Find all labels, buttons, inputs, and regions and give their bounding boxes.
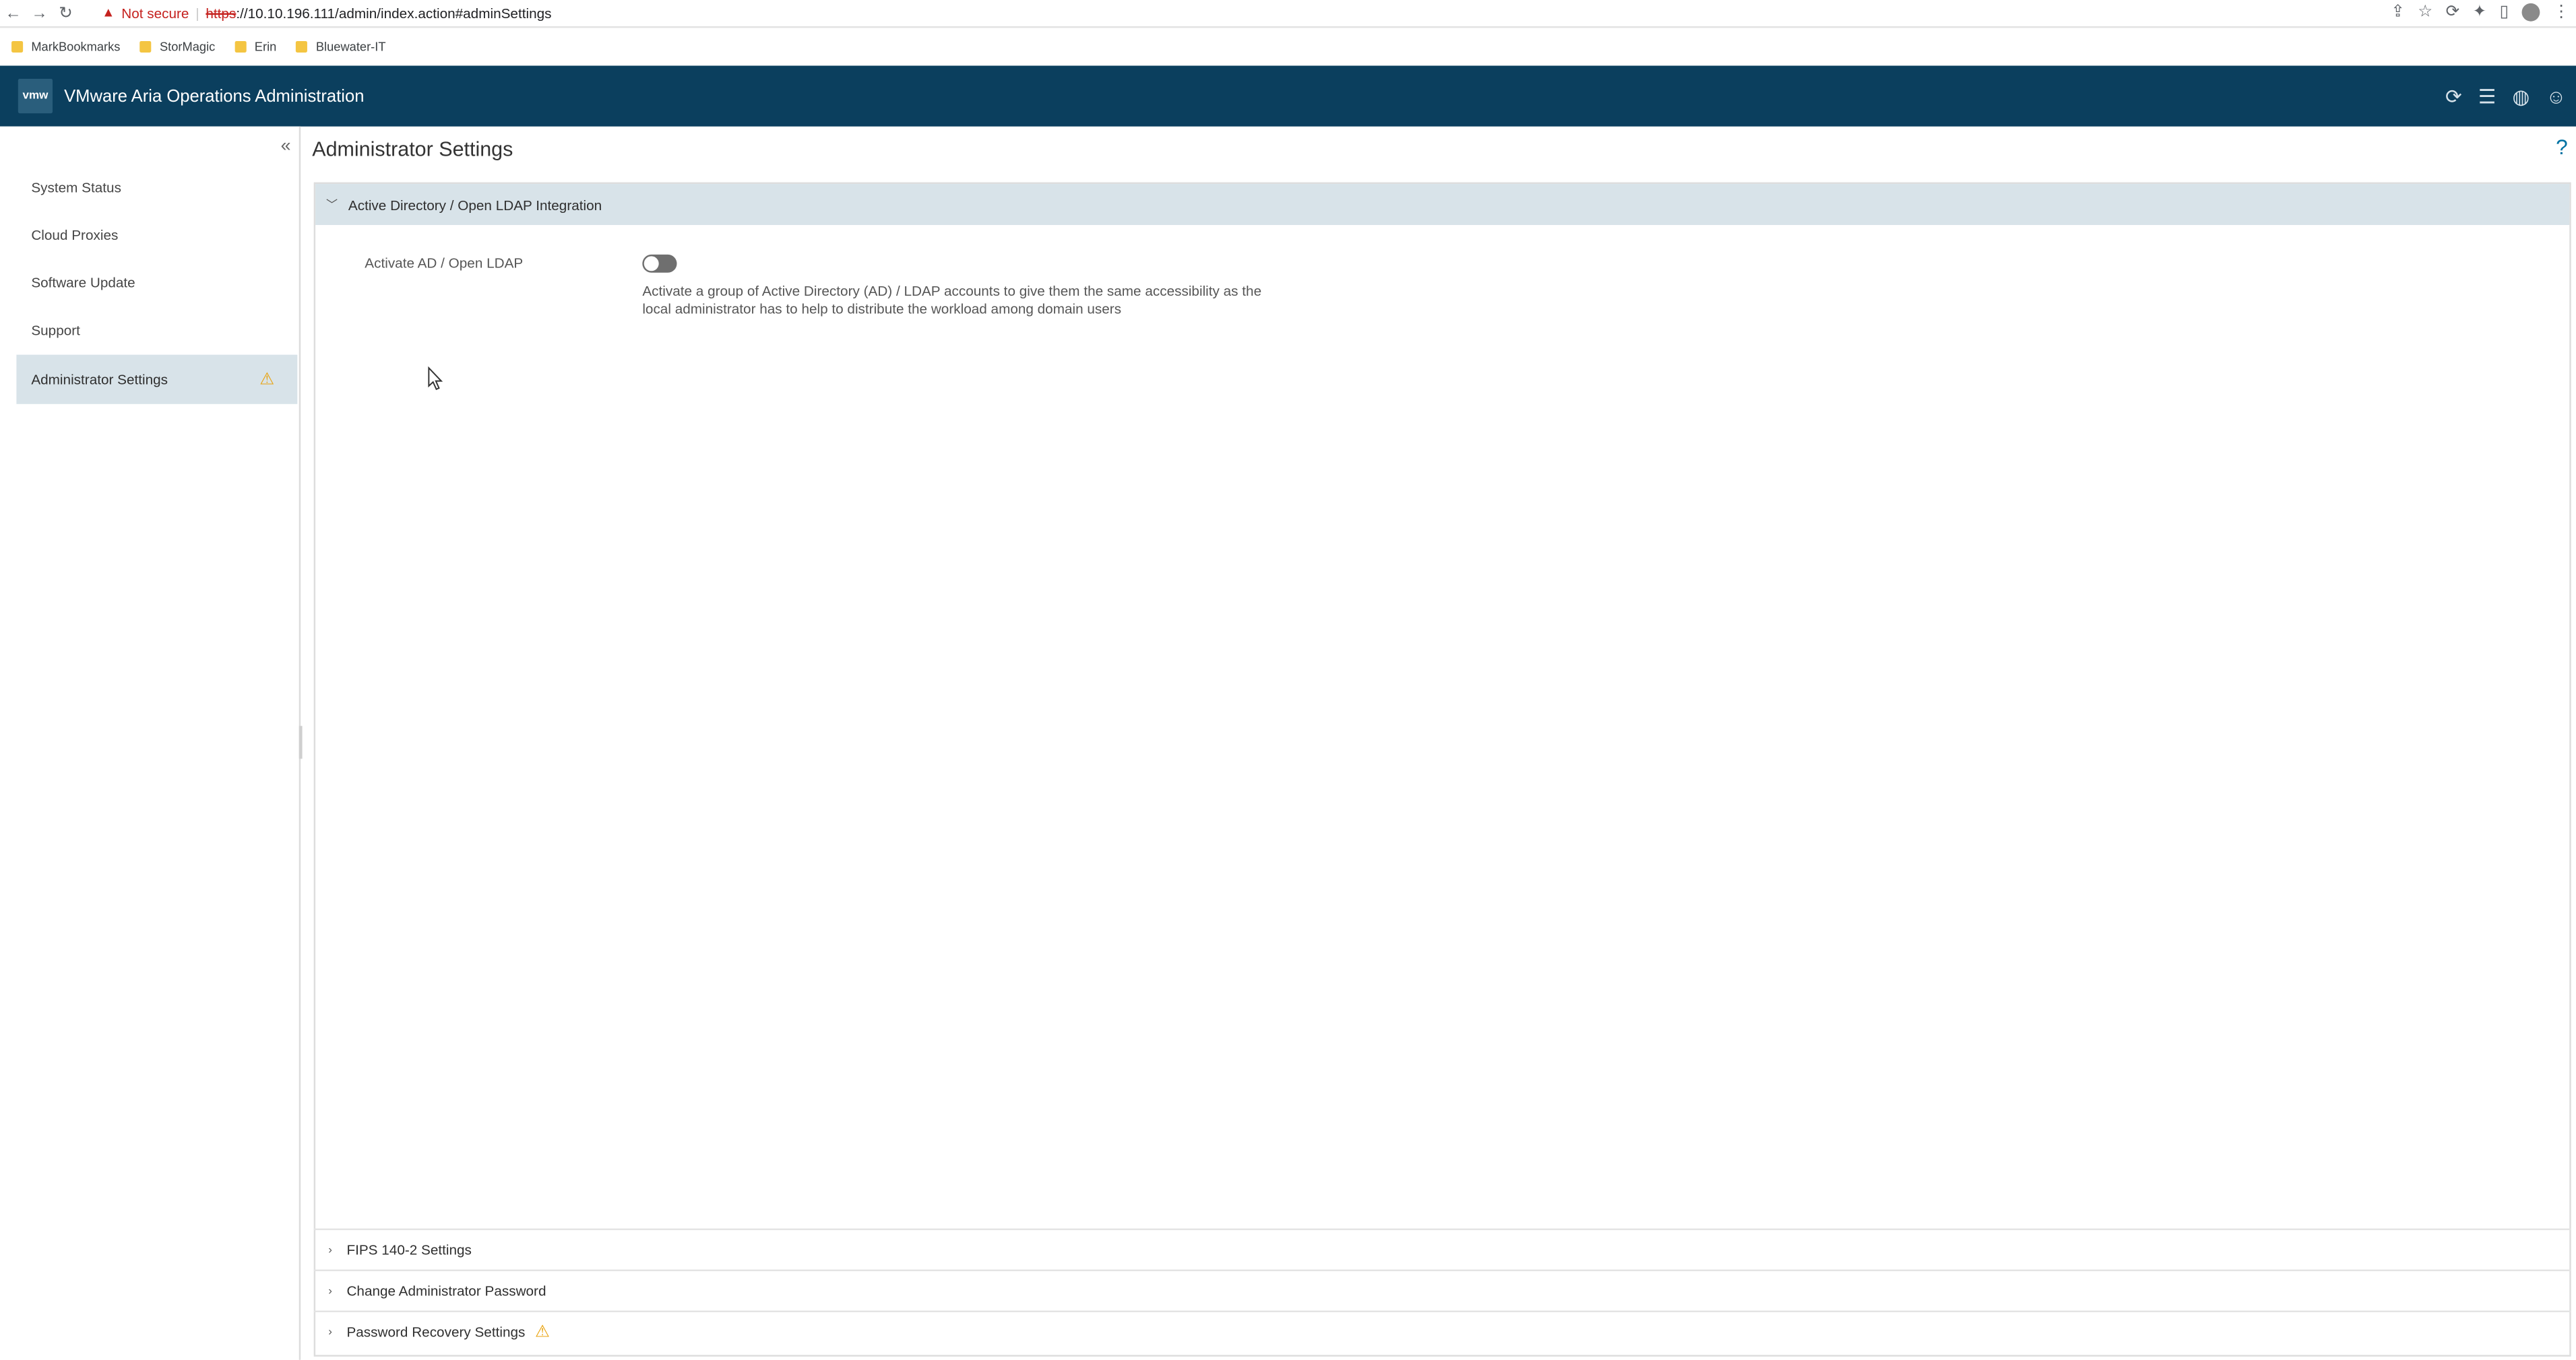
ldap-description: Activate a group of Active Directory (AD… <box>642 282 1348 319</box>
section-title: Password Recovery Settings <box>346 1324 526 1340</box>
folder-icon <box>139 40 152 52</box>
bookmark-label: StorMagic <box>159 38 216 54</box>
chevron-right-icon: › <box>328 1326 332 1338</box>
bookmark-folder[interactable]: Bluewater-IT <box>296 38 386 53</box>
star-icon[interactable]: ☆ <box>2418 3 2432 22</box>
sidepanel-icon[interactable]: ▯ <box>2500 3 2509 22</box>
sync-icon[interactable]: ⟳ <box>2446 3 2459 22</box>
url-scheme: https <box>206 4 237 21</box>
warning-icon: ▲ <box>102 5 115 20</box>
browser-actions: ⇪ ☆ ⟳ ✦ ▯ ⋮ <box>2391 0 2569 25</box>
toggle-knob <box>643 256 659 271</box>
bookmark-folder[interactable]: Erin <box>234 38 277 54</box>
chevron-right-icon: › <box>328 1243 332 1256</box>
fips-section-header[interactable]: › FIPS 140-2 Settings <box>313 1228 2571 1270</box>
menu-icon[interactable]: ⋮ <box>2553 3 2569 22</box>
chevron-right-icon: › <box>328 1285 332 1297</box>
tasks-icon[interactable]: ☰ <box>2478 85 2496 108</box>
bookmark-label: Erin <box>254 38 277 54</box>
bookmark-folder[interactable]: MarkBookmarks <box>11 38 120 53</box>
sidebar-item-label: Administrator Settings <box>31 371 168 388</box>
reload-icon[interactable]: ↻ <box>53 4 79 22</box>
warning-icon: ⚠ <box>535 1322 550 1341</box>
sidebar-item-label: Support <box>31 321 80 339</box>
section-title: FIPS 140-2 Settings <box>346 1241 472 1258</box>
sidebar-item-system-status[interactable]: System Status <box>16 162 297 212</box>
sidebar-item-software-update[interactable]: Software Update <box>16 258 297 307</box>
section-title: Change Administrator Password <box>346 1283 546 1299</box>
header-actions: ⟳ ☰ ◍ ☺ <box>2445 66 2566 127</box>
help-icon[interactable]: ? <box>2556 135 2568 160</box>
extensions-icon[interactable]: ✦ <box>2473 3 2486 22</box>
bookmarks-bar: MarkBookmarks StorMagic Erin Bluewater-I… <box>0 28 2576 65</box>
profile-avatar[interactable] <box>2521 3 2540 22</box>
sidebar-item-cloud-proxies[interactable]: Cloud Proxies <box>16 210 297 259</box>
mouse-cursor-icon <box>428 366 443 391</box>
vmware-logo: vmw <box>18 79 53 114</box>
browser-toolbar: ← → ↻ ▲ Not secure | https ://10.10.196.… <box>0 0 2576 28</box>
page-title: Administrator Settings <box>312 137 513 161</box>
ldap-section-header[interactable]: ﹀ Active Directory / Open LDAP Integrati… <box>315 184 2570 226</box>
sidebar-item-support[interactable]: Support <box>16 305 297 354</box>
user-icon[interactable]: ☺ <box>2546 85 2566 108</box>
ldap-section: ﹀ Active Directory / Open LDAP Integrati… <box>313 182 2571 1357</box>
app-title: VMware Aria Operations Administration <box>64 86 365 106</box>
password-recovery-section-header[interactable]: › Password Recovery Settings ⚠ <box>313 1310 2571 1352</box>
url-path: ://10.10.196.111/admin/index.action#admi… <box>236 4 552 21</box>
folder-icon <box>11 40 24 52</box>
share-icon[interactable]: ⇪ <box>2391 3 2404 22</box>
section-title: Active Directory / Open LDAP Integration <box>348 196 602 213</box>
warning-icon: ⚠ <box>259 370 275 389</box>
sidebar-resize-handle[interactable] <box>299 725 303 759</box>
change-password-section-header[interactable]: › Change Administrator Password <box>313 1269 2571 1311</box>
description-line: local administrator has to help to distr… <box>642 300 1122 317</box>
bookmark-label: MarkBookmarks <box>31 38 121 54</box>
security-indicator[interactable]: Not secure <box>121 4 189 20</box>
sidebar-item-administrator-settings[interactable]: Administrator Settings ⚠ <box>16 354 298 404</box>
forward-icon[interactable]: → <box>26 4 53 22</box>
sidebar: « System Status Cloud Proxies Software U… <box>0 126 301 1360</box>
bookmark-folder[interactable]: StorMagic <box>139 38 216 54</box>
sidebar-item-label: Software Update <box>31 274 135 291</box>
sidebar-item-label: System Status <box>31 179 121 196</box>
bookmark-label: Bluewater-IT <box>315 38 386 54</box>
back-icon[interactable]: ← <box>0 4 26 22</box>
folder-icon <box>234 40 247 52</box>
activate-ldap-label: Activate AD / Open LDAP <box>365 254 524 271</box>
activate-ldap-toggle[interactable] <box>642 254 677 273</box>
description-line: Activate a group of Active Directory (AD… <box>642 282 1262 299</box>
refresh-icon[interactable]: ⟳ <box>2445 85 2462 108</box>
chevron-down-icon: ﹀ <box>325 199 338 212</box>
globe-settings-icon[interactable]: ◍ <box>2513 85 2530 108</box>
address-bar[interactable]: ▲ Not secure | https ://10.10.196.111/ad… <box>102 0 551 25</box>
separator: | <box>195 4 199 21</box>
sidebar-item-label: Cloud Proxies <box>31 226 119 243</box>
app-header: vmw VMware Aria Operations Administratio… <box>0 65 2576 127</box>
collapse-sidebar-icon[interactable]: « <box>281 136 291 156</box>
folder-icon <box>296 40 308 52</box>
